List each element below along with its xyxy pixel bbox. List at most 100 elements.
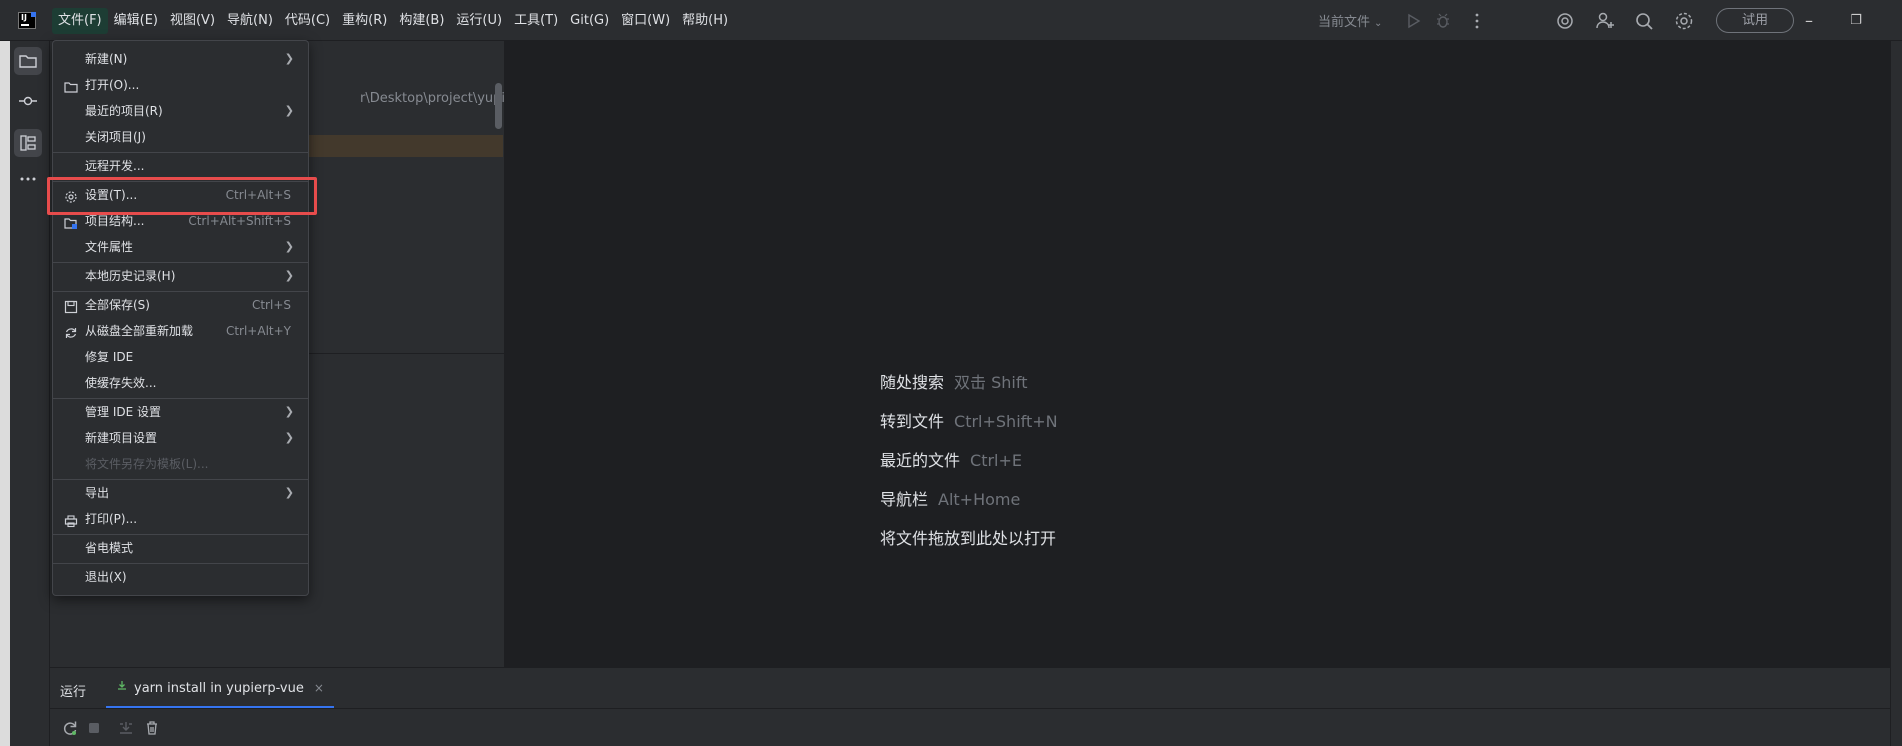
menu-separator — [53, 398, 308, 399]
menu-item-reload-all[interactable]: 从磁盘全部重新加载 Ctrl+Alt+Y — [53, 319, 308, 343]
menu-view[interactable]: 视图(V) — [164, 8, 221, 34]
folder-icon[interactable] — [14, 47, 42, 75]
run-tab[interactable]: yarn install in yupierp-vue × — [106, 668, 334, 708]
menu-edit[interactable]: 编辑(E) — [108, 8, 164, 34]
menu-separator — [53, 479, 308, 480]
commit-icon[interactable] — [14, 87, 42, 115]
menu-item-label: 远程开发... — [85, 159, 145, 173]
search-icon[interactable] — [1633, 10, 1655, 32]
rerun-icon[interactable] — [60, 718, 80, 738]
hint-shortcut: Ctrl+E — [970, 451, 1022, 470]
run-config-selector[interactable]: 当前文件 ⌄ — [1318, 11, 1382, 30]
menu-item-manage-ide-settings[interactable]: 管理 IDE 设置 ❯ — [53, 400, 308, 424]
menu-tools[interactable]: 工具(T) — [508, 8, 564, 34]
menu-item-exit[interactable]: 退出(X) — [53, 565, 308, 589]
menu-item-label: 从磁盘全部重新加载 — [85, 324, 194, 338]
debug-icon[interactable] — [1432, 10, 1454, 32]
menu-run[interactable]: 运行(U) — [450, 8, 508, 34]
more-vertical-icon[interactable] — [1466, 10, 1488, 32]
reload-icon — [64, 324, 78, 338]
menu-item-export[interactable]: 导出 ❯ — [53, 481, 308, 505]
hint-row: 最近的文件 Ctrl+E — [880, 450, 1058, 489]
menu-separator — [53, 152, 308, 153]
editor-empty-hints: 随处搜索 双击 Shift 转到文件 Ctrl+Shift+N 最近的文件 Ctrl+… — [880, 372, 1058, 567]
panel-divider — [50, 708, 1890, 709]
editor-area — [505, 41, 1890, 667]
menu-item-remote-dev[interactable]: 远程开发... — [53, 154, 308, 178]
more-horizontal-icon[interactable] — [14, 165, 42, 193]
left-tool-stripe — [0, 41, 50, 746]
chevron-right-icon: ❯ — [284, 405, 294, 418]
ai-assistant-icon[interactable] — [1554, 10, 1576, 32]
hint-row: 导航栏 Alt+Home — [880, 489, 1058, 528]
menu-item-label: 管理 IDE 设置 — [85, 405, 161, 419]
menu-refactor[interactable]: 重构(R) — [336, 8, 393, 34]
scrollbar[interactable] — [495, 83, 502, 129]
menu-file[interactable]: 文件(F) — [52, 8, 108, 34]
menu-item-power-save[interactable]: 省电模式 — [53, 536, 308, 560]
file-menu-dropdown: 新建(N) ❯ 打开(O)... 最近的项目(R) ❯ 关闭项目(J) 远程开发..… — [52, 40, 309, 596]
menu-help[interactable]: 帮助(H) — [676, 8, 734, 34]
menu-item-label: 关闭项目(J) — [85, 130, 146, 144]
hint-label: 将文件拖放到此处以打开 — [880, 529, 1057, 548]
main-menu-bar: 文件(F) 编辑(E) 视图(V) 导航(N) 代码(C) 重构(R) 构建(B… — [52, 8, 734, 34]
menu-build[interactable]: 构建(B) — [393, 8, 450, 34]
menu-separator — [53, 262, 308, 263]
add-user-icon[interactable] — [1594, 10, 1616, 32]
menu-git[interactable]: Git(G) — [564, 8, 615, 34]
print-icon — [64, 512, 78, 528]
chevron-right-icon: ❯ — [284, 269, 294, 282]
minimize-icon[interactable]: – — [1798, 10, 1820, 32]
menu-item-label: 新建(N) — [85, 52, 128, 66]
run-panel-title: 运行 — [60, 685, 87, 700]
menu-item-invalidate-caches[interactable]: 使缓存失效... — [53, 371, 308, 395]
stop-icon[interactable] — [84, 718, 104, 738]
menu-item-close-project[interactable]: 关闭项目(J) — [53, 125, 308, 149]
menu-item-file-properties[interactable]: 文件属性 ❯ — [53, 235, 308, 259]
menu-separator — [53, 534, 308, 535]
hint-shortcut: Alt+Home — [938, 490, 1021, 509]
menu-code[interactable]: 代码(C) — [279, 8, 336, 34]
folder-open-icon — [64, 78, 78, 93]
menu-item-open[interactable]: 打开(O)... — [53, 73, 308, 97]
menu-item-local-history[interactable]: 本地历史记录(H) ❯ — [53, 264, 308, 288]
menu-separator — [53, 291, 308, 292]
run-icon[interactable] — [1402, 10, 1424, 32]
chevron-down-icon: ⌄ — [1374, 18, 1383, 29]
trash-icon[interactable] — [142, 718, 162, 738]
menu-item-label: 最近的项目(R) — [85, 104, 163, 118]
selected-tree-row[interactable] — [304, 135, 503, 157]
menu-item-label: 使缓存失效... — [85, 376, 157, 390]
menu-item-label: 全部保存(S) — [85, 298, 150, 312]
menu-item-save-as-template: 将文件另存为模板(L)... — [53, 452, 308, 476]
menu-item-new-project-settings[interactable]: 新建项目设置 ❯ — [53, 426, 308, 450]
hint-label: 转到文件 — [880, 412, 945, 431]
structure-icon[interactable] — [14, 129, 42, 157]
trial-button[interactable]: 试用 — [1716, 8, 1794, 33]
panel-divider — [304, 353, 505, 354]
window-edge — [0, 41, 10, 746]
gear-icon[interactable] — [1673, 10, 1695, 32]
hint-row: 转到文件 Ctrl+Shift+N — [880, 411, 1058, 450]
close-icon[interactable]: × — [314, 668, 324, 708]
project-structure-icon — [64, 214, 78, 229]
menu-item-repair-ide[interactable]: 修复 IDE — [53, 345, 308, 369]
menu-item-label: 退出(X) — [85, 570, 127, 584]
menu-item-label: 将文件另存为模板(L)... — [85, 457, 209, 471]
scroll-to-end-icon[interactable] — [116, 718, 136, 738]
ide-logo-icon[interactable]: IJ — [18, 12, 36, 29]
hint-label: 随处搜索 — [880, 373, 945, 392]
right-tool-stripe — [1890, 41, 1902, 746]
run-tool-window: 运行 yarn install in yupierp-vue × — [50, 667, 1890, 746]
ide-window: IJ 文件(F) 编辑(E) 视图(V) 导航(N) 代码(C) 重构(R) 构… — [0, 0, 1902, 746]
menu-item-print[interactable]: 打印(P)... — [53, 507, 308, 531]
menu-item-new[interactable]: 新建(N) ❯ — [53, 47, 308, 71]
menu-item-recent-projects[interactable]: 最近的项目(R) ❯ — [53, 99, 308, 123]
run-config-label: 当前文件 — [1318, 15, 1371, 30]
menu-separator — [53, 563, 308, 564]
menu-window[interactable]: 窗口(W) — [615, 8, 676, 34]
menu-item-save-all[interactable]: 全部保存(S) Ctrl+S — [53, 293, 308, 317]
menu-item-label: 文件属性 — [85, 240, 134, 254]
restore-icon[interactable]: ❐ — [1845, 10, 1867, 32]
menu-navigate[interactable]: 导航(N) — [221, 8, 279, 34]
